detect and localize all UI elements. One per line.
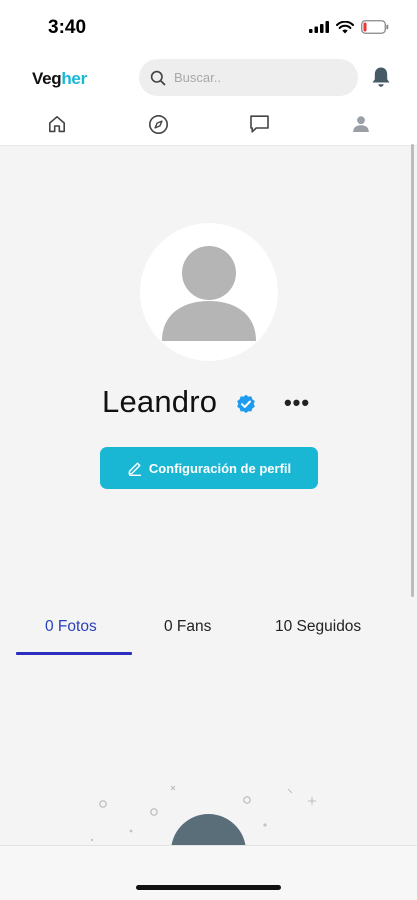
tab-photos[interactable]: 0 Fotos	[45, 618, 97, 636]
compass-icon	[148, 114, 168, 134]
more-options-button[interactable]: •••	[284, 388, 310, 418]
logo-accent: her	[61, 69, 87, 88]
scrollbar[interactable]	[411, 144, 414, 597]
avatar-placeholder-icon	[162, 246, 256, 341]
verified-badge-icon	[237, 394, 255, 413]
active-tab-indicator	[16, 652, 132, 655]
nav-home-button[interactable]	[45, 112, 69, 136]
profile-name: Leandro	[102, 384, 218, 419]
logo-prefix: Veg	[32, 69, 62, 88]
home-indicator[interactable]	[136, 885, 281, 890]
tab-following[interactable]: 10 Seguidos	[275, 618, 361, 636]
nav-explore-button[interactable]	[146, 112, 170, 136]
home-icon	[49, 116, 65, 133]
battery-icon	[361, 20, 389, 34]
nav-messages-button[interactable]	[247, 112, 271, 136]
search-input[interactable]	[174, 70, 354, 85]
user-icon	[353, 116, 369, 132]
status-bar: 3:40	[0, 0, 417, 50]
status-icons	[309, 20, 389, 34]
profile-tabs: 0 Fotos 0 Fans 10 Seguidos	[0, 612, 417, 656]
profile-avatar[interactable]	[140, 223, 278, 361]
search-icon	[150, 70, 166, 85]
nav-profile-button[interactable]	[349, 112, 373, 136]
status-time: 3:40	[48, 17, 87, 38]
cellular-signal-icon	[309, 21, 329, 33]
pencil-icon	[128, 462, 141, 476]
edit-profile-button[interactable]: Configuración de perfil	[100, 447, 318, 489]
bottom-bar	[0, 845, 417, 900]
edit-profile-label: Configuración de perfil	[148, 460, 292, 476]
bell-icon[interactable]	[371, 66, 391, 88]
app-header: Vegher	[0, 50, 417, 146]
chat-icon	[249, 115, 269, 133]
wifi-icon	[336, 20, 354, 33]
username-row: Leandro •••	[0, 384, 417, 424]
search-bar[interactable]	[139, 59, 358, 96]
app-logo[interactable]: Vegher	[32, 69, 87, 89]
tab-fans[interactable]: 0 Fans	[164, 618, 211, 636]
